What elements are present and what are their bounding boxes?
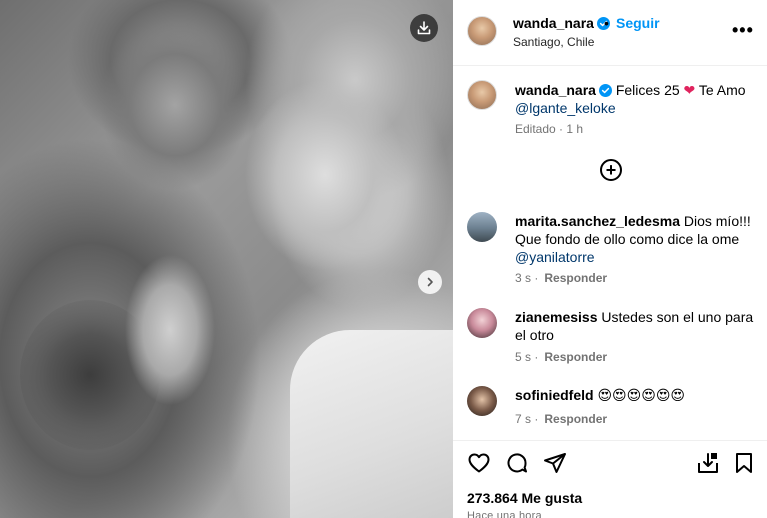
comment-body: 😍😍😍😍😍😍: [597, 387, 686, 403]
comment-text: sofiniedfeld 😍😍😍😍😍😍: [515, 386, 760, 404]
bookmark-icon[interactable]: [732, 451, 756, 475]
author-username-text[interactable]: wanda_nara: [513, 15, 594, 31]
comment-avatar[interactable]: [467, 212, 497, 242]
post-header: wanda_nara • Seguir Santiago, Chile •••: [453, 0, 767, 66]
follow-button[interactable]: Seguir: [616, 15, 660, 31]
send-icon[interactable]: [543, 451, 567, 475]
caption-mention[interactable]: @lgante_keloke: [515, 100, 616, 116]
comment-avatar[interactable]: [467, 308, 497, 338]
author-avatar[interactable]: [467, 16, 497, 46]
comment-time: 7 s: [515, 412, 532, 426]
post-actions-bar: [453, 440, 767, 480]
comment-meta: 3 s · Responder: [515, 271, 608, 285]
load-more-comments-button[interactable]: +: [600, 159, 622, 181]
reply-button[interactable]: Responder: [544, 350, 607, 364]
location-link[interactable]: Santiago, Chile: [513, 35, 594, 49]
comment-username[interactable]: sofiniedfeld: [515, 387, 594, 403]
download-icon: [417, 21, 431, 35]
comment-meta: 5 s · Responder: [515, 350, 608, 364]
comment-time: 3 s: [515, 271, 532, 285]
photo-region-woman: [240, 80, 410, 270]
heart-icon[interactable]: [467, 451, 491, 475]
photo-region-shirt: [290, 330, 453, 518]
save-to-collection-icon[interactable]: [696, 451, 720, 475]
comment-icon[interactable]: [505, 451, 529, 475]
caption-meta: Editado · 1 h: [515, 122, 584, 136]
post-photo[interactable]: [0, 0, 453, 518]
next-photo-button[interactable]: [418, 270, 442, 294]
caption-body-end: Te Amo: [698, 82, 746, 98]
download-button[interactable]: [410, 14, 438, 42]
caption-body-start: Felices 25: [615, 82, 680, 98]
comment-time: 5 s: [515, 350, 532, 364]
red-heart-emoji: ❤: [683, 82, 696, 98]
author-username[interactable]: wanda_nara: [513, 15, 610, 31]
reply-button[interactable]: Responder: [544, 271, 607, 285]
more-options-icon[interactable]: •••: [732, 20, 754, 41]
comment-username[interactable]: marita.sanchez_ledesma: [515, 213, 680, 229]
chevron-right-icon: [427, 277, 433, 287]
plus-icon: +: [605, 160, 617, 180]
caption-username[interactable]: wanda_nara: [515, 82, 596, 98]
verified-badge-icon: [598, 84, 612, 97]
post-side-panel: wanda_nara • Seguir Santiago, Chile ••• …: [453, 0, 767, 518]
likes-count[interactable]: 273.864 Me gusta: [467, 490, 582, 506]
caption-text: wanda_nara Felices 25 ❤ Te Amo @lgante_k…: [515, 81, 760, 117]
comment-meta: 7 s · Responder: [515, 412, 608, 426]
separator-dot: •: [604, 15, 609, 31]
caption-avatar[interactable]: [467, 80, 497, 110]
comment-text: zianemesiss Ustedes son el uno para el o…: [515, 308, 760, 344]
post-time-ago: Hace una hora: [467, 510, 542, 518]
photo-region-hand: [125, 255, 215, 405]
comment-avatar[interactable]: [467, 386, 497, 416]
photo-region-man: [95, 20, 255, 190]
reply-button[interactable]: Responder: [544, 412, 607, 426]
comment-mention[interactable]: @yanilatorre: [515, 249, 595, 265]
comment-text: marita.sanchez_ledesma Dios mío!!! Que f…: [515, 212, 760, 266]
comment-username[interactable]: zianemesiss: [515, 309, 598, 325]
